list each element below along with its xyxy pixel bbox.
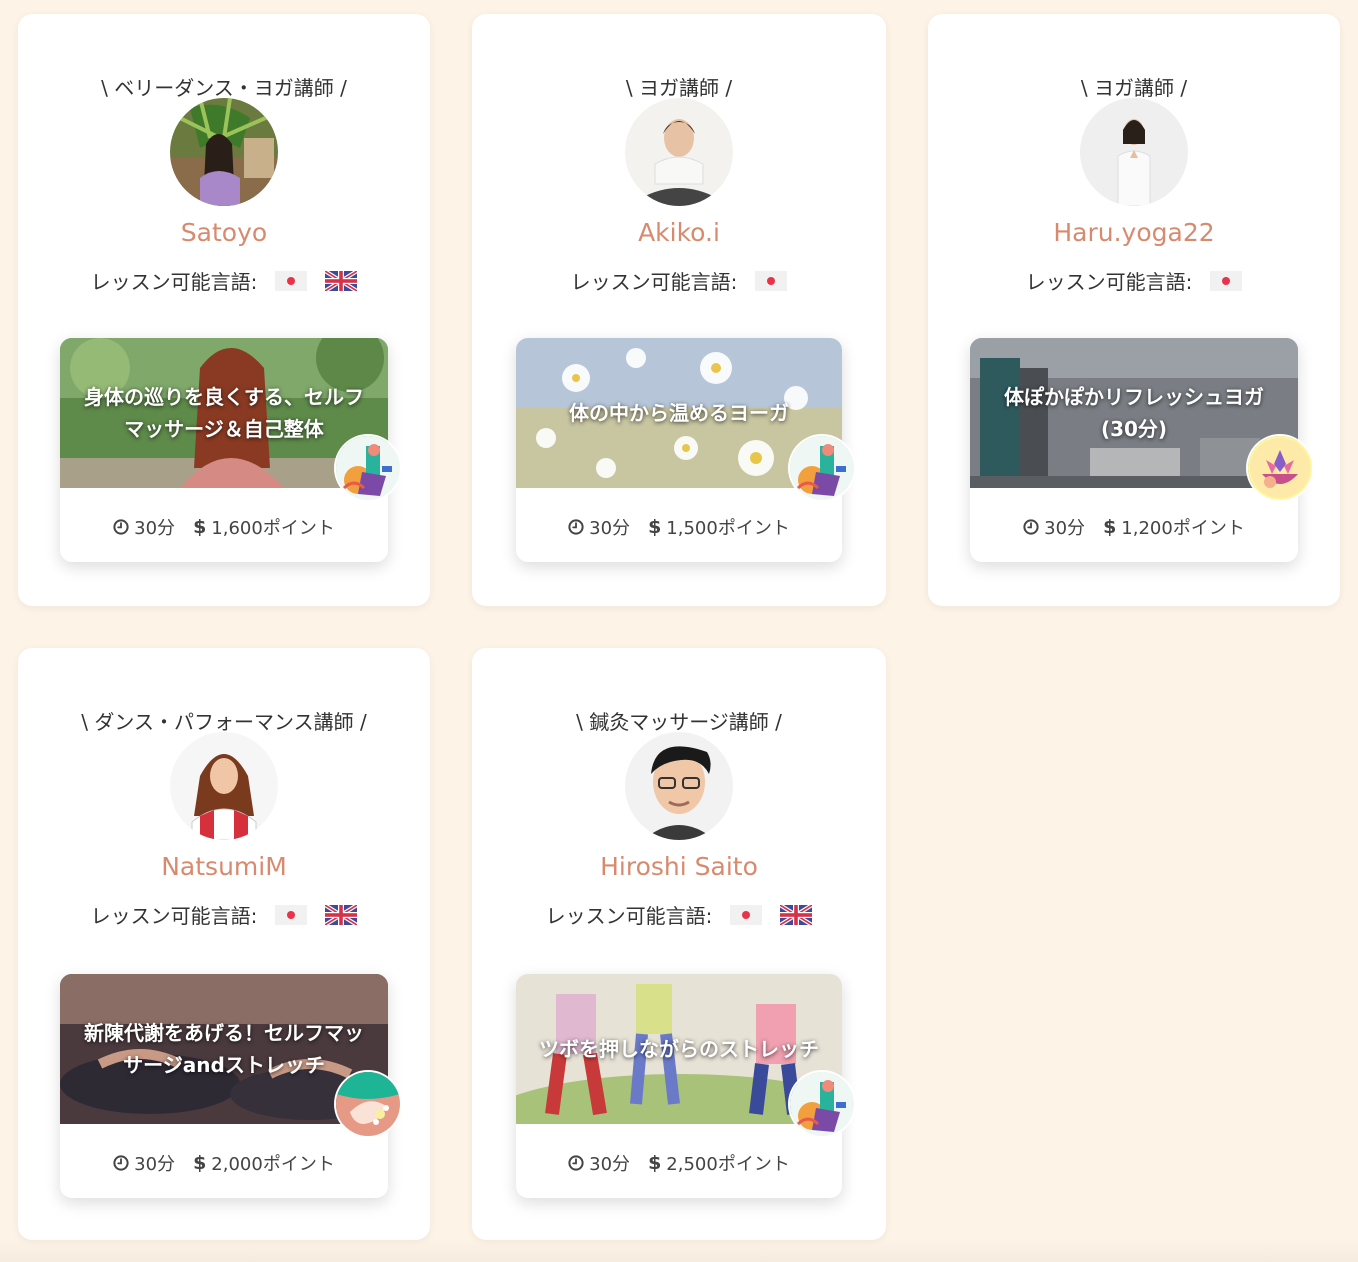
languages-label: レッスン可能言語: [1025, 270, 1193, 294]
lesson-duration: 30分 [1044, 518, 1086, 539]
lesson-card[interactable]: 体ぽかぽかリフレッシュヨガ(30分) 30分 $1,200ポイント [970, 338, 1298, 562]
dollar-icon: $ [1103, 516, 1117, 538]
japan-flag-icon [755, 271, 787, 291]
clock-icon [1023, 519, 1039, 535]
lesson-price: 2,000ポイント [211, 1154, 335, 1175]
lesson-title[interactable]: ツボを押しながらのストレッチ [532, 974, 826, 1124]
dollar-icon: $ [648, 1152, 662, 1174]
instructor-avatar[interactable] [625, 98, 733, 206]
instructor-name[interactable]: NatsumiM [18, 852, 430, 881]
lesson-meta: 30分 $1,500ポイント [516, 514, 842, 540]
category-badge-icon [1248, 436, 1312, 500]
instructor-name[interactable]: Hiroshi Saito [472, 852, 886, 881]
instructor-role: \ ヨガ講師 / [625, 76, 733, 100]
lesson-card[interactable]: ツボを押しながらのストレッチ 30分 $2,500ポイント [516, 974, 842, 1198]
instructor-role: \ 鍼灸マッサージ講師 / [576, 710, 782, 734]
japan-flag-icon [730, 905, 762, 925]
instructor-avatar[interactable] [1080, 98, 1188, 206]
clock-icon [113, 519, 129, 535]
dollar-icon: $ [193, 516, 207, 538]
instructor-avatar[interactable] [170, 732, 278, 840]
languages-label: レッスン可能言語: [90, 270, 258, 294]
clock-icon [113, 1155, 129, 1171]
lesson-languages: レッスン可能言語: [928, 266, 1340, 295]
category-badge-icon [336, 1072, 400, 1136]
lesson-price: 1,200ポイント [1121, 518, 1245, 539]
lesson-duration: 30分 [134, 518, 176, 539]
lesson-title[interactable]: 身体の巡りを良くする、セルフマッサージ＆自己整体 [76, 338, 372, 488]
lesson-duration: 30分 [589, 518, 631, 539]
uk-flag-icon [325, 905, 357, 925]
lesson-card[interactable]: 体の中から温めるヨーガ 30分 $1,500ポイント [516, 338, 842, 562]
japan-flag-icon [275, 905, 307, 925]
lesson-card[interactable]: 身体の巡りを良くする、セルフマッサージ＆自己整体 30分 $1,600ポイント [60, 338, 388, 562]
instructor-role: \ ヨガ講師 / [1080, 76, 1188, 100]
lesson-price: 2,500ポイント [666, 1154, 790, 1175]
languages-label: レッスン可能言語: [545, 904, 713, 928]
japan-flag-icon [1210, 271, 1242, 291]
clock-icon [568, 519, 584, 535]
uk-flag-icon [325, 271, 357, 291]
lesson-price: 1,600ポイント [211, 518, 335, 539]
lesson-duration: 30分 [589, 1154, 631, 1175]
lesson-title[interactable]: 体の中から温めるヨーガ [532, 338, 826, 488]
category-badge-icon [790, 436, 854, 500]
clock-icon [568, 1155, 584, 1171]
instructor-name[interactable]: Akiko.i [472, 218, 886, 247]
lesson-title[interactable]: 体ぽかぽかリフレッシュヨガ(30分) [986, 338, 1282, 488]
dollar-icon: $ [193, 1152, 207, 1174]
instructor-card[interactable]: \ 鍼灸マッサージ講師 / Hiroshi Saito レッスン可能言語: ツボ… [472, 648, 886, 1240]
instructor-role: \ ダンス・パフォーマンス講師 / [81, 710, 367, 734]
instructor-card[interactable]: \ ヨガ講師 / Haru.yoga22 レッスン可能言語: 体ぽかぽかリフレッ… [928, 14, 1340, 606]
category-badge-icon [336, 436, 400, 500]
lesson-meta: 30分 $2,000ポイント [60, 1150, 388, 1176]
instructor-name[interactable]: Haru.yoga22 [928, 218, 1340, 247]
uk-flag-icon [780, 905, 812, 925]
dollar-icon: $ [648, 516, 662, 538]
category-badge-icon [790, 1072, 854, 1136]
lesson-languages: レッスン可能言語: [18, 266, 430, 295]
instructor-card[interactable]: \ ヨガ講師 / Akiko.i レッスン可能言語: 体の中から温めるヨーガ 3… [472, 14, 886, 606]
instructor-role: \ ベリーダンス・ヨガ講師 / [101, 76, 347, 100]
instructor-name[interactable]: Satoyo [18, 218, 430, 247]
lesson-meta: 30分 $1,600ポイント [60, 514, 388, 540]
instructor-card[interactable]: \ ダンス・パフォーマンス講師 / NatsumiM レッスン可能言語: 新陳代… [18, 648, 430, 1240]
languages-label: レッスン可能言語: [90, 904, 258, 928]
lesson-duration: 30分 [134, 1154, 176, 1175]
lesson-price: 1,500ポイント [666, 518, 790, 539]
lesson-card[interactable]: 新陳代謝をあげる！セルフマッサージandストレッチ 30分 $2,000ポイント [60, 974, 388, 1198]
languages-label: レッスン可能言語: [570, 270, 738, 294]
instructor-avatar[interactable] [625, 732, 733, 840]
lesson-title[interactable]: 新陳代謝をあげる！セルフマッサージandストレッチ [76, 974, 372, 1124]
lesson-languages: レッスン可能言語: [472, 900, 886, 929]
japan-flag-icon [275, 271, 307, 291]
lesson-meta: 30分 $2,500ポイント [516, 1150, 842, 1176]
lesson-languages: レッスン可能言語: [472, 266, 886, 295]
lesson-languages: レッスン可能言語: [18, 900, 430, 929]
instructor-avatar[interactable] [170, 98, 278, 206]
instructor-card[interactable]: \ ベリーダンス・ヨガ講師 / Satoyo レッスン可能言語: 身体の巡りを良… [18, 14, 430, 606]
page-bottom-fade [0, 1238, 1358, 1262]
lesson-meta: 30分 $1,200ポイント [970, 514, 1298, 540]
